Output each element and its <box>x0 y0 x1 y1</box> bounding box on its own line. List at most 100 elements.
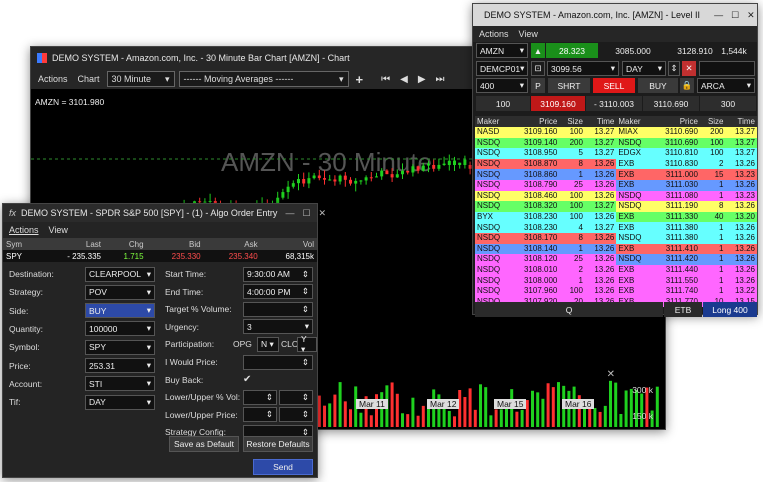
input-value: 3 <box>247 321 252 332</box>
book-row[interactable]: NSDQ 3108.170 8 13.26 NSDQ 3111.380 1 13.26 <box>475 232 757 244</box>
book-col-maker[interactable]: Maker <box>616 116 652 127</box>
book-row[interactable]: NSDQ 3108.010 2 13.26 EXB 3111.440 1 13.26 <box>475 264 757 276</box>
book-col-price[interactable]: Price <box>651 116 700 127</box>
close-icon[interactable]: ✕ <box>319 208 327 219</box>
book-row[interactable]: BYX 3108.230 100 13.26 EXB 3111.330 40 13.20 <box>475 211 757 223</box>
first-icon[interactable]: ⏮ <box>378 74 393 85</box>
target-vol-input[interactable]: ⇕ <box>243 301 313 317</box>
lower-input[interactable]: ⇕ <box>243 389 277 405</box>
buy-button[interactable]: BUY <box>638 78 678 93</box>
clo-select[interactable]: Y ▾ <box>297 334 317 354</box>
forward-icon[interactable]: ▶ <box>415 74 429 85</box>
field-price[interactable]: 253.31 ▾ <box>85 358 155 373</box>
alert-icon[interactable]: ✕ <box>682 61 696 76</box>
menu-actions[interactable]: Actions <box>35 74 71 84</box>
upper-input[interactable]: ⇕ <box>279 389 313 405</box>
book-col-size[interactable]: Size <box>699 116 726 127</box>
book-row[interactable]: NSDQ 3108.950 5 13.27 EDGX 3110.810 100 13.27 <box>475 148 757 159</box>
urgency-input[interactable]: 3 ▾ <box>243 319 313 335</box>
book-col-price[interactable]: Price <box>510 116 560 127</box>
order-type-icon[interactable]: ⊡ <box>531 61 545 76</box>
ask-price: 3111.380 <box>651 232 700 244</box>
net-change: - 3110.003 <box>586 96 642 111</box>
volume-bar <box>531 390 534 427</box>
add-icon[interactable]: + <box>353 72 367 87</box>
book-col-time[interactable]: Time <box>584 116 617 127</box>
short-button[interactable]: SHRT <box>548 78 590 93</box>
send-button[interactable]: Send <box>253 459 313 475</box>
upper-input[interactable]: ⇕ <box>279 407 313 423</box>
book-row[interactable]: NSDQ 3109.140 200 13.27 NSDQ 3110.690 100 13.27 <box>475 137 757 149</box>
book-row[interactable]: NSDQ 3108.000 1 13.26 EXB 3111.550 1 13.26 <box>475 275 757 286</box>
bid-size: 200 <box>559 137 585 149</box>
bid-price: 3108.000 <box>510 275 560 286</box>
book-row[interactable]: NSDQ 3108.120 25 13.26 NSDQ 3111.420 1 13.26 <box>475 254 757 265</box>
field-strategy[interactable]: POV ▾ <box>85 284 155 300</box>
bid-time: 13.26 <box>584 285 617 297</box>
save-as-default-button[interactable]: Save as Default <box>169 436 239 452</box>
book-row[interactable]: NSDQ 3108.320 100 13.27 NSDQ 3111.190 8 13.26 <box>475 201 757 212</box>
lock-icon[interactable]: 🔒 <box>680 78 694 93</box>
menu-actions[interactable]: Actions <box>479 29 509 39</box>
book-row[interactable]: NSDQ 3108.790 25 13.26 EXB 3111.030 1 13.26 <box>475 179 757 191</box>
level2-title-bar[interactable]: DEMO SYSTEM - Amazon.com, Inc. [AMZN] - … <box>473 4 757 26</box>
field-account[interactable]: STI ▾ <box>85 376 155 392</box>
menu-chart[interactable]: Chart <box>75 74 103 84</box>
ask-maker: MIAX <box>616 127 652 138</box>
account-select[interactable]: DEMCP01 ▾ <box>476 61 528 76</box>
interval-select[interactable]: 30 Minute ▾ <box>106 71 175 87</box>
study-select[interactable]: ------ Moving Averages ------ ▾ <box>178 71 349 87</box>
last-icon[interactable]: ⏭ <box>433 74 448 85</box>
field-destination[interactable]: CLEARPOOL ▾ <box>85 266 155 282</box>
field-symbol[interactable]: SPY ▾ <box>85 339 155 355</box>
start-time-input[interactable]: 9:30:00 AM ⇕ <box>243 266 313 282</box>
field-tif[interactable]: DAY ▾ <box>85 394 155 410</box>
minimize-icon[interactable]: — <box>714 10 723 20</box>
price-input[interactable]: 3099.56 ▾ <box>547 61 619 76</box>
book-col-time[interactable]: Time <box>725 116 757 127</box>
chevron-down-icon: ▾ <box>339 73 344 84</box>
book-col-maker[interactable]: Maker <box>475 116 511 127</box>
checkmark-icon[interactable]: ✔ <box>243 372 251 388</box>
book-row[interactable]: NSDQ 3108.140 1 13.26 EXB 3111.410 1 13.26 <box>475 243 757 255</box>
candle-body <box>317 175 321 179</box>
end-time-input[interactable]: 4:00:00 PM ⇕ <box>243 284 313 300</box>
field-value: CLEARPOOL <box>89 269 141 279</box>
opg-select[interactable]: N ▾ <box>257 336 279 352</box>
book-row[interactable]: NASD 3109.160 100 13.27 MIAX 3110.690 200 13.27 <box>475 127 757 138</box>
symbol-select[interactable]: AMZN ▾ <box>476 43 528 58</box>
book-row[interactable]: NSDQ 3108.460 100 13.26 NSDQ 3111.080 1 13.23 <box>475 190 757 202</box>
close-icon[interactable]: ✕ <box>607 369 615 380</box>
candle-body <box>323 178 326 180</box>
field-side[interactable]: BUY ▾ <box>85 303 155 319</box>
sell-button[interactable]: SELL <box>593 78 635 93</box>
book-row[interactable]: NSDQ 3108.860 1 13.26 EXB 3111.000 15 13.23 <box>475 169 757 180</box>
would-price-input[interactable]: ⇕ <box>243 354 313 370</box>
book-col-size[interactable]: Size <box>559 116 585 127</box>
extra-input[interactable] <box>699 61 755 76</box>
chevron-down-icon: ▾ <box>304 321 309 332</box>
tif-select[interactable]: DAY ▾ <box>622 61 666 76</box>
bid-maker: NASD <box>475 127 511 138</box>
p-button[interactable]: P <box>531 78 545 93</box>
book-row[interactable]: NSDQ 3108.870 8 13.26 EXB 3110.830 2 13.26 <box>475 158 757 170</box>
restore-defaults-button[interactable]: Restore Defaults <box>243 436 313 452</box>
ask-time: 13.26 <box>725 179 757 191</box>
volume-bar <box>411 397 415 427</box>
maximize-icon[interactable]: ☐ <box>731 10 739 21</box>
book-row[interactable]: NSDQ 3107.960 100 13.26 EXB 3111.740 1 13.22 <box>475 285 757 297</box>
lower-input[interactable]: ⇕ <box>243 407 277 423</box>
route-select[interactable]: ARCA ▾ <box>697 78 755 93</box>
volume-bar <box>333 394 337 427</box>
volume-bar <box>390 382 394 427</box>
ask-size: 40 <box>699 211 726 223</box>
book-row[interactable]: NSDQ 3108.230 4 13.27 EXB 3111.380 1 13.26 <box>475 222 757 233</box>
quantity-select[interactable]: 400 ▾ <box>476 78 528 93</box>
ask-maker: EXB <box>616 243 652 255</box>
spin-icon[interactable]: ⇕ <box>668 61 680 76</box>
field-quantity[interactable]: 100000 ▾ <box>85 321 155 337</box>
volume-bar <box>343 401 347 427</box>
back-icon[interactable]: ◀ <box>397 74 411 85</box>
menu-view[interactable]: View <box>519 29 538 39</box>
close-icon[interactable]: ✕ <box>747 10 755 21</box>
